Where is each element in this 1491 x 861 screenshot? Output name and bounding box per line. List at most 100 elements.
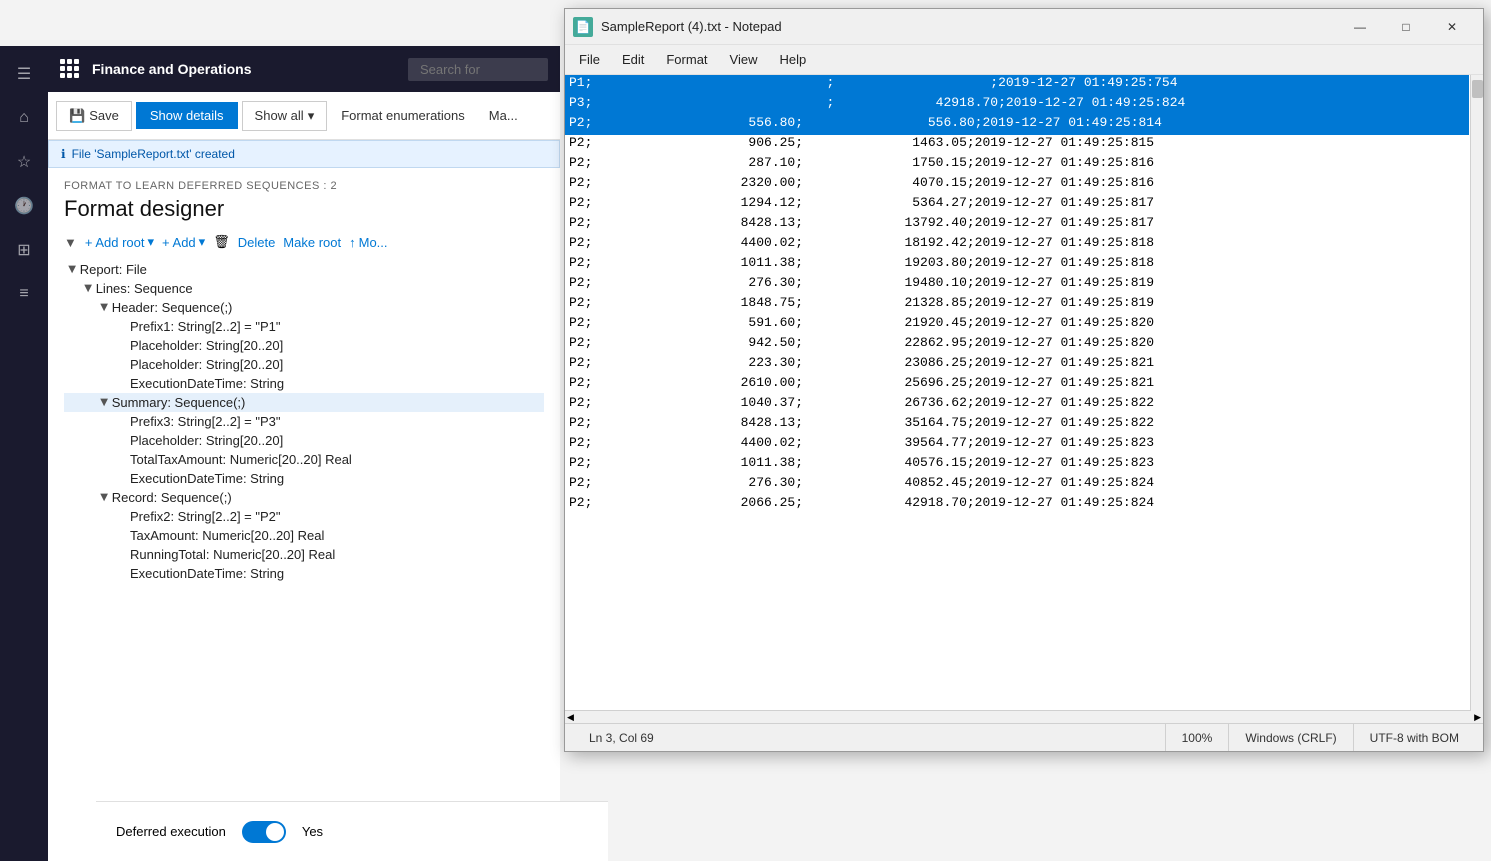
status-encoding: UTF-8 with BOM	[1354, 724, 1475, 751]
info-icon: ℹ	[61, 147, 66, 161]
notepad-window: 📄 SampleReport (4).txt - Notepad — □ ✕ F…	[564, 8, 1484, 752]
deferred-label: Deferred execution	[116, 824, 226, 839]
tree-expand-icon[interactable]: ▶	[98, 494, 109, 502]
add-button[interactable]: + Add ▾	[162, 234, 205, 250]
tree-item[interactable]: TotalTaxAmount: Numeric[20..20] Real	[64, 450, 544, 469]
bottom-panel: Deferred execution Yes	[96, 801, 608, 861]
sidebar-icon-list[interactable]: ≡	[4, 274, 44, 314]
tree-item[interactable]: ▶Header: Sequence(;)	[64, 298, 544, 317]
tree-item[interactable]: ExecutionDateTime: String	[64, 469, 544, 488]
delete-button[interactable]: Delete	[238, 235, 276, 250]
tree-expand-icon[interactable]: ▶	[98, 399, 109, 407]
sidebar-icon-workspace[interactable]: ⊞	[4, 230, 44, 270]
titlebar: Finance and Operations	[48, 46, 560, 92]
notepad-window-controls: — □ ✕	[1337, 11, 1475, 43]
tree-item-label: Record: Sequence(;)	[112, 490, 232, 505]
tree-item[interactable]: ▶Summary: Sequence(;)	[64, 393, 544, 412]
show-details-label: Show details	[150, 108, 224, 123]
tree-item[interactable]: ExecutionDateTime: String	[64, 564, 544, 583]
notepad-line: P1; ; ;2019-12-27 01:49:25:754	[565, 75, 1469, 95]
tree-item-label: Header: Sequence(;)	[112, 300, 233, 315]
notepad-line: P2; 1294.12; 5364.27;2019-12-27 01:49:25…	[565, 195, 1469, 215]
status-position: Ln 3, Col 69	[573, 724, 1166, 751]
show-all-button[interactable]: Show all ▾	[242, 101, 328, 131]
move-button[interactable]: ↑ Mo...	[349, 235, 387, 250]
tree-expand-icon[interactable]: ▶	[66, 266, 77, 274]
tree-item-label: ExecutionDateTime: String	[130, 566, 284, 581]
notepad-content[interactable]: P1; ; ;2019-12-27 01:49:25:754P3; ; 4291…	[565, 75, 1483, 710]
make-root-button[interactable]: Make root	[283, 235, 341, 250]
tree-expand-icon[interactable]: ▶	[98, 304, 109, 312]
notepad-menu-file[interactable]: File	[569, 48, 610, 71]
notepad-line: P3; ; 42918.70;2019-12-27 01:49:25:824	[565, 95, 1469, 115]
notepad-line: P2; 8428.13; 13792.40;2019-12-27 01:49:2…	[565, 215, 1469, 235]
map-button[interactable]: Ma...	[479, 102, 528, 129]
tree-item-label: Prefix3: String[2..2] = "P3"	[130, 414, 281, 429]
tree-item[interactable]: Prefix1: String[2..2] = "P1"	[64, 317, 544, 336]
tree-item-label: TotalTaxAmount: Numeric[20..20] Real	[130, 452, 352, 467]
tree-item[interactable]: Prefix3: String[2..2] = "P3"	[64, 412, 544, 431]
notepad-line: P2; 223.30; 23086.25;2019-12-27 01:49:25…	[565, 355, 1469, 375]
move-label: Mo...	[359, 235, 388, 250]
tree-item-label: Prefix1: String[2..2] = "P1"	[130, 319, 281, 334]
notepad-menu-edit[interactable]: Edit	[612, 48, 654, 71]
sidebar-icon-recent[interactable]: 🕐	[4, 186, 44, 226]
notepad-line-text: P2; 1011.38; 40576.15;2019-12-27 01:49:2…	[569, 455, 1154, 475]
scroll-left-icon[interactable]: ◀	[567, 712, 574, 723]
notepad-menu-view[interactable]: View	[720, 48, 768, 71]
add-chevron: ▾	[199, 234, 206, 250]
left-sidebar: ☰ ⌂ ☆ 🕐 ⊞ ≡	[0, 46, 48, 861]
add-label: + Add	[162, 235, 196, 250]
tree-item[interactable]: Prefix2: String[2..2] = "P2"	[64, 507, 544, 526]
tree-item[interactable]: ExecutionDateTime: String	[64, 374, 544, 393]
yes-label: Yes	[302, 824, 323, 839]
tree-item[interactable]: RunningTotal: Numeric[20..20] Real	[64, 545, 544, 564]
tree-item[interactable]: ▶Lines: Sequence	[64, 279, 544, 298]
search-input[interactable]	[408, 58, 548, 81]
notepad-close-button[interactable]: ✕	[1429, 11, 1475, 43]
sidebar-icon-home[interactable]: ⌂	[4, 98, 44, 138]
format-enumerations-button[interactable]: Format enumerations	[331, 102, 475, 129]
notepad-line-text: P2; 556.80; 556.80;2019-12-27 01:49:25:8…	[569, 115, 1162, 135]
tree-item-label: Prefix2: String[2..2] = "P2"	[130, 509, 281, 524]
save-button[interactable]: 💾 Save	[56, 101, 132, 131]
save-icon: 💾	[69, 108, 85, 124]
notepad-line: P2; 556.80; 556.80;2019-12-27 01:49:25:8…	[565, 115, 1469, 135]
notepad-menu-format[interactable]: Format	[656, 48, 717, 71]
tree-item[interactable]: TaxAmount: Numeric[20..20] Real	[64, 526, 544, 545]
make-root-label: Make root	[283, 235, 341, 250]
sidebar-icon-menu[interactable]: ☰	[4, 54, 44, 94]
toggle-knob	[266, 823, 284, 841]
notepad-menubar: FileEditFormatViewHelp	[565, 45, 1483, 75]
notepad-maximize-button[interactable]: □	[1383, 11, 1429, 43]
tree-item[interactable]: ▶Report: File	[64, 260, 544, 279]
scroll-right-icon[interactable]: ▶	[1474, 712, 1481, 723]
add-root-button[interactable]: + Add root ▾	[85, 234, 154, 250]
main-area: Finance and Operations 💾 Save Show detai…	[48, 46, 560, 861]
notepad-menu-help[interactable]: Help	[769, 48, 816, 71]
tree-item[interactable]: Placeholder: String[20..20]	[64, 336, 544, 355]
notepad-line: P2; 1011.38; 40576.15;2019-12-27 01:49:2…	[565, 455, 1469, 475]
notepad-line-text: P2; 591.60; 21920.45;2019-12-27 01:49:25…	[569, 315, 1154, 335]
notepad-line: P2; 1011.38; 19203.80;2019-12-27 01:49:2…	[565, 255, 1469, 275]
deferred-toggle[interactable]	[242, 821, 286, 843]
tree-item[interactable]: ▶Record: Sequence(;)	[64, 488, 544, 507]
notepad-line-text: P1; ; ;2019-12-27 01:49:25:754	[569, 75, 1178, 95]
app-grid-icon	[60, 59, 80, 79]
tree-item[interactable]: Placeholder: String[20..20]	[64, 355, 544, 374]
tree-item-label: Report: File	[80, 262, 147, 277]
tree-item[interactable]: Placeholder: String[20..20]	[64, 431, 544, 450]
notepad-minimize-button[interactable]: —	[1337, 11, 1383, 43]
status-zoom: 100%	[1166, 724, 1230, 751]
tree-item-label: RunningTotal: Numeric[20..20] Real	[130, 547, 335, 562]
notepad-line-text: P2; 8428.13; 35164.75;2019-12-27 01:49:2…	[569, 415, 1154, 435]
notepad-title: SampleReport (4).txt - Notepad	[601, 19, 1337, 34]
tree-expand-icon[interactable]: ▶	[82, 285, 93, 293]
tree-item-label: Lines: Sequence	[96, 281, 193, 296]
notepad-line: P2; 287.10; 1750.15;2019-12-27 01:49:25:…	[565, 155, 1469, 175]
notepad-statusbar: Ln 3, Col 69 100% Windows (CRLF) UTF-8 w…	[565, 723, 1483, 751]
sidebar-icon-star[interactable]: ☆	[4, 142, 44, 182]
show-details-button[interactable]: Show details	[136, 102, 238, 129]
tree-item-label: ExecutionDateTime: String	[130, 376, 284, 391]
notepad-line: P2; 276.30; 19480.10;2019-12-27 01:49:25…	[565, 275, 1469, 295]
